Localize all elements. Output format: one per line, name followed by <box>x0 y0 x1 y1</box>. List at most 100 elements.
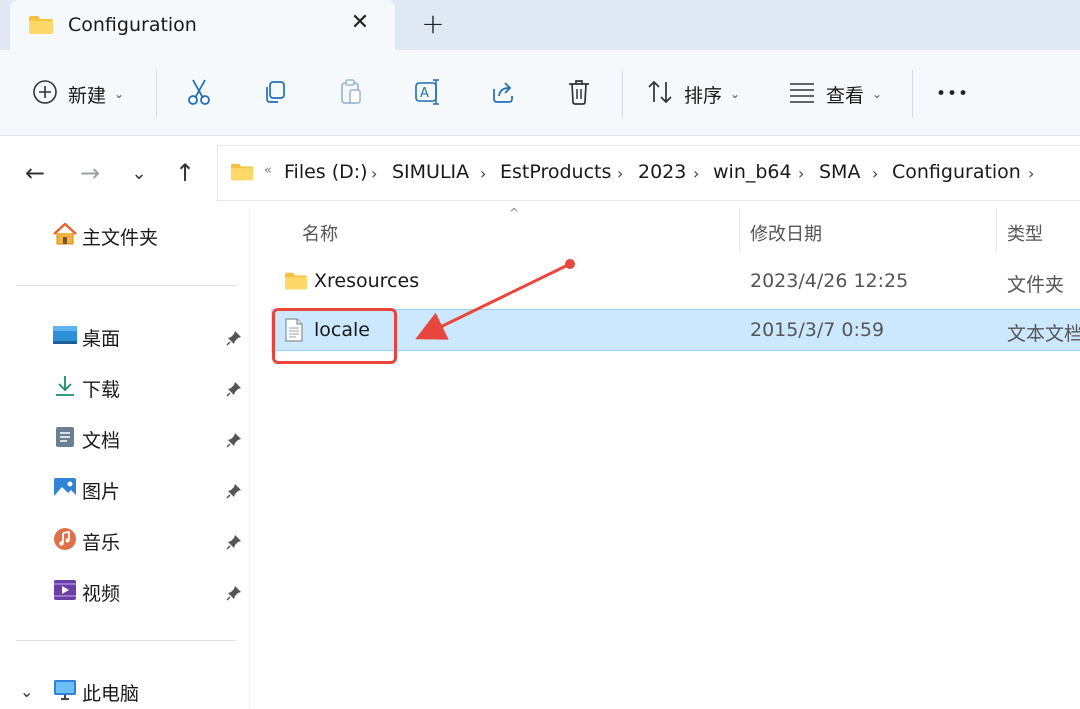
view-button[interactable]: 查看 ⌄ <box>788 72 882 116</box>
sort-ascending-icon: ^ <box>509 206 520 220</box>
plus-circle-icon <box>32 79 58 109</box>
breadcrumb-2023[interactable]: 2023 <box>638 161 686 183</box>
folder-icon <box>284 271 308 295</box>
sort-button-label: 排序 <box>684 84 723 107</box>
breadcrumb-simulia[interactable]: SIMULIA <box>392 161 469 183</box>
file-type: 文件夹 <box>1007 274 1065 296</box>
file-type: 文本文档 <box>1007 323 1080 345</box>
sidebar-divider <box>16 640 236 641</box>
sidebar-item-label: 主文件夹 <box>82 226 159 249</box>
new-button[interactable]: 新建 ⌄ <box>32 72 124 116</box>
new-button-label: 新建 <box>68 84 107 107</box>
videos-icon <box>52 578 78 606</box>
sidebar-item-label: 桌面 <box>82 327 121 350</box>
desktop-icon <box>52 324 78 350</box>
copy-button[interactable] <box>262 72 288 116</box>
chevron-right-icon[interactable]: › <box>693 164 699 183</box>
sidebar-item-downloads[interactable]: 下载 <box>52 372 120 404</box>
chevron-right-icon[interactable]: › <box>480 164 486 183</box>
more-options-button[interactable]: ••• <box>936 72 969 116</box>
pin-icon[interactable] <box>226 534 242 550</box>
sidebar-item-music[interactable]: 音乐 <box>52 525 120 557</box>
download-icon <box>52 374 78 402</box>
new-tab-button[interactable]: + <box>418 9 448 39</box>
music-icon <box>52 527 78 555</box>
sidebar-item-pictures[interactable]: 图片 <box>52 474 120 506</box>
sort-icon <box>646 79 674 109</box>
file-row-xresources[interactable]: Xresources 2023/4/26 12:25 文件夹 <box>271 261 1080 303</box>
file-name: Xresources <box>314 270 420 292</box>
column-divider[interactable] <box>996 208 997 252</box>
sidebar-item-label: 视频 <box>82 582 121 605</box>
sidebar-item-this-pc[interactable]: 此电脑 <box>52 676 139 708</box>
close-tab-button[interactable]: ✕ <box>346 9 374 37</box>
navigation-pane: 主文件夹 桌面 下载 文档 图片 音乐 视频 ⌄ 此电脑 <box>0 208 250 709</box>
file-modified: 2023/4/26 12:25 <box>750 270 909 292</box>
chevron-right-icon[interactable]: › <box>872 164 878 183</box>
column-header-type[interactable]: 类型 <box>1007 220 1043 246</box>
tab-configuration[interactable]: Configuration ✕ <box>10 0 395 50</box>
expand-chevron-icon[interactable]: ⌄ <box>20 682 33 701</box>
breadcrumb-files-d[interactable]: Files (D:) <box>284 161 368 183</box>
breadcrumb-win-b64[interactable]: win_b64 <box>713 161 792 183</box>
svg-text:A: A <box>420 86 429 101</box>
command-bar: 新建 ⌄ A 排序 ⌄ 查看 ⌄ ••• <box>0 50 1080 136</box>
sort-button[interactable]: 排序 ⌄ <box>646 72 740 116</box>
overflow-chevron-icon[interactable]: « <box>264 163 272 178</box>
sidebar-item-label: 音乐 <box>82 531 121 554</box>
pin-icon[interactable] <box>226 330 242 346</box>
copy-icon <box>262 79 288 109</box>
chevron-right-icon[interactable]: › <box>1028 164 1034 183</box>
sidebar-item-label: 文档 <box>82 429 121 452</box>
toolbar-divider <box>622 70 623 118</box>
sidebar-item-label: 下载 <box>82 378 121 401</box>
more-icon: ••• <box>936 84 970 104</box>
pin-icon[interactable] <box>226 381 242 397</box>
home-icon <box>52 222 78 250</box>
address-bar[interactable]: « Files (D:) › SIMULIA › EstProducts › 2… <box>217 145 1080 201</box>
sidebar-item-home[interactable]: 主文件夹 <box>52 220 158 252</box>
breadcrumb-estproducts[interactable]: EstProducts <box>500 161 611 183</box>
pin-icon[interactable] <box>226 585 242 601</box>
share-button[interactable] <box>490 72 516 116</box>
column-header-modified[interactable]: 修改日期 <box>750 220 822 246</box>
breadcrumb-sma[interactable]: SMA <box>819 161 860 183</box>
up-button[interactable]: ↑ <box>170 158 200 188</box>
back-button[interactable]: ← <box>20 158 50 188</box>
sidebar-item-documents[interactable]: 文档 <box>52 423 120 455</box>
chevron-right-icon[interactable]: › <box>798 164 804 183</box>
rename-button[interactable]: A <box>414 72 442 116</box>
file-list: ^ 名称 修改日期 类型 Xresources 2023/4/26 12:25 … <box>251 206 1080 709</box>
recent-locations-button[interactable]: ⌄ <box>124 158 154 188</box>
documents-icon <box>52 425 78 453</box>
chevron-down-icon: ⌄ <box>730 87 741 101</box>
sidebar-item-label: 此电脑 <box>82 682 140 705</box>
tab-title: Configuration <box>68 14 197 36</box>
paste-button[interactable] <box>338 72 364 116</box>
delete-icon <box>566 78 592 110</box>
chevron-down-icon: ⌄ <box>872 87 883 101</box>
view-button-label: 查看 <box>826 84 865 107</box>
pin-icon[interactable] <box>226 432 242 448</box>
cut-icon <box>186 78 212 110</box>
share-icon <box>490 79 516 109</box>
chevron-right-icon[interactable]: › <box>371 164 377 183</box>
delete-button[interactable] <box>566 72 592 116</box>
chevron-right-icon[interactable]: › <box>617 164 623 183</box>
cut-button[interactable] <box>186 72 212 116</box>
sidebar-divider <box>16 285 236 286</box>
column-divider[interactable] <box>739 208 740 252</box>
rename-icon: A <box>414 79 442 109</box>
sidebar-item-videos[interactable]: 视频 <box>52 576 120 608</box>
sidebar-item-desktop[interactable]: 桌面 <box>52 321 120 353</box>
column-header-name[interactable]: 名称 <box>302 220 338 246</box>
breadcrumb-configuration[interactable]: Configuration <box>892 161 1021 183</box>
paste-icon <box>338 78 364 110</box>
pictures-icon <box>52 476 78 504</box>
pin-icon[interactable] <box>226 483 242 499</box>
file-modified: 2015/3/7 0:59 <box>750 319 885 341</box>
title-bar: Configuration ✕ + <box>0 0 1080 50</box>
forward-button[interactable]: → <box>75 158 105 188</box>
folder-icon <box>230 162 254 186</box>
toolbar-divider <box>912 70 913 118</box>
